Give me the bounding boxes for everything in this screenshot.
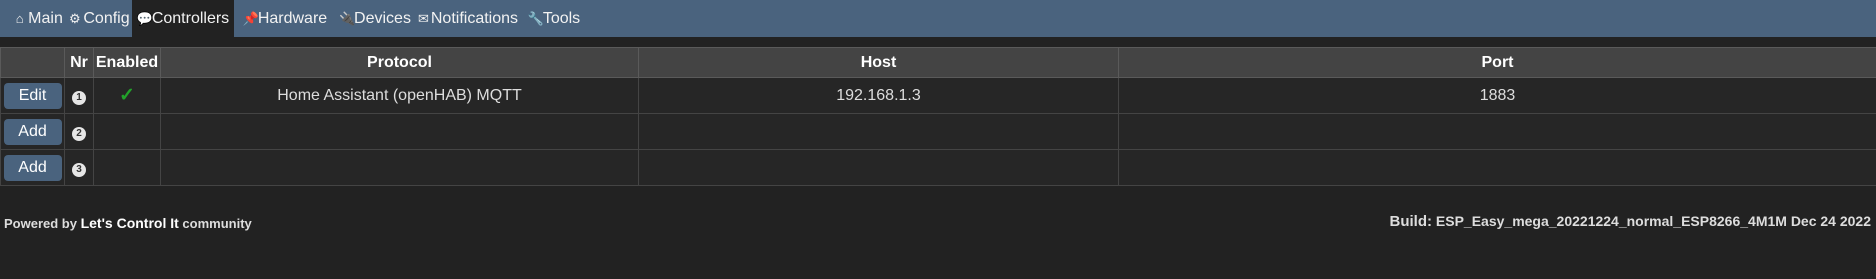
build-info: Build: ESP_Easy_mega_20221224_normal_ESP… bbox=[1390, 213, 1871, 230]
row-number-badge: 1 bbox=[72, 90, 86, 105]
actions-cell: Add bbox=[0, 113, 65, 150]
table-row: Add 3 bbox=[0, 149, 1876, 186]
powered-by-suffix: community bbox=[178, 216, 252, 231]
menu-main[interactable]: ⌂ Main bbox=[12, 0, 64, 37]
powered-by-footer: Powered by Let's Control It community bbox=[4, 215, 252, 231]
nr-cell: 3 bbox=[64, 149, 94, 186]
checkmark-icon: ✓ bbox=[119, 85, 135, 106]
menu-notifications-label: Notifications bbox=[430, 9, 519, 27]
port-cell: 1883 bbox=[1118, 77, 1876, 114]
build-value: ESP_Easy_mega_20221224_normal_ESP8266_4M… bbox=[1432, 213, 1871, 229]
port-cell bbox=[1118, 113, 1876, 150]
enabled-cell bbox=[93, 113, 161, 150]
enabled-cell: ✓ bbox=[93, 77, 161, 114]
menu-config[interactable]: ⚙ Config bbox=[68, 0, 130, 37]
menu-notifications[interactable]: ✉ Notifications bbox=[418, 0, 518, 37]
host-cell: 192.168.1.3 bbox=[638, 77, 1119, 114]
controllers-table: Nr Enabled Protocol Host Port Edit 1 ✓ H… bbox=[0, 47, 1876, 186]
menu-main-label: Main bbox=[28, 9, 63, 27]
column-header-port: Port bbox=[1118, 47, 1876, 78]
column-header-protocol: Protocol bbox=[160, 47, 639, 78]
build-label: Build: bbox=[1389, 213, 1433, 230]
gear-icon: ⚙ bbox=[69, 11, 81, 26]
column-header-nr: Nr bbox=[64, 47, 94, 78]
column-header-host: Host bbox=[638, 47, 1119, 78]
menu-config-label: Config bbox=[83, 9, 130, 27]
controllers-table-wrapper: Nr Enabled Protocol Host Port Edit 1 ✓ H… bbox=[0, 47, 1876, 186]
protocol-cell bbox=[160, 113, 639, 150]
lets-control-it-link[interactable]: Let's Control It bbox=[81, 215, 179, 231]
top-nav-bar: ⌂ Main ⚙ Config 💬 Controllers 📌 Hardware… bbox=[0, 0, 1876, 37]
menu-hardware[interactable]: 📌 Hardware bbox=[240, 0, 330, 37]
add-button[interactable]: Add bbox=[3, 154, 62, 181]
envelope-icon: ✉ bbox=[417, 11, 429, 26]
wrench-icon: 🔧 bbox=[527, 11, 544, 26]
table-row: Edit 1 ✓ Home Assistant (openHAB) MQTT 1… bbox=[0, 77, 1876, 114]
menu-controllers-label: Controllers bbox=[151, 9, 230, 27]
row-number-badge: 3 bbox=[72, 162, 86, 177]
actions-cell: Add bbox=[0, 149, 65, 186]
protocol-cell: Home Assistant (openHAB) MQTT bbox=[160, 77, 639, 114]
plug-icon: 🔌 bbox=[339, 11, 356, 26]
port-cell bbox=[1118, 149, 1876, 186]
enabled-cell bbox=[93, 149, 161, 186]
add-button[interactable]: Add bbox=[3, 118, 62, 145]
nr-cell: 2 bbox=[64, 113, 94, 150]
menu-tools[interactable]: 🔧 Tools bbox=[524, 0, 584, 37]
menu-controllers[interactable]: 💬 Controllers bbox=[132, 0, 234, 37]
column-header-actions bbox=[0, 47, 65, 78]
actions-cell: Edit bbox=[0, 77, 65, 114]
powered-by-prefix: Powered by bbox=[4, 216, 81, 231]
row-number-badge: 2 bbox=[72, 126, 86, 141]
menu-devices-label: Devices bbox=[354, 9, 411, 27]
menu-hardware-label: Hardware bbox=[257, 9, 328, 27]
edit-button[interactable]: Edit bbox=[3, 82, 62, 109]
pushpin-icon: 📌 bbox=[242, 11, 259, 26]
column-header-enabled: Enabled bbox=[93, 47, 161, 78]
menu-devices[interactable]: 🔌 Devices bbox=[337, 0, 413, 37]
table-header-row: Nr Enabled Protocol Host Port bbox=[0, 47, 1876, 78]
host-cell bbox=[638, 149, 1119, 186]
host-cell bbox=[638, 113, 1119, 150]
protocol-cell bbox=[160, 149, 639, 186]
speech-bubble-icon: 💬 bbox=[136, 11, 153, 26]
table-row: Add 2 bbox=[0, 113, 1876, 150]
nr-cell: 1 bbox=[64, 77, 94, 114]
home-icon: ⌂ bbox=[15, 11, 24, 26]
menu-tools-label: Tools bbox=[542, 9, 581, 27]
